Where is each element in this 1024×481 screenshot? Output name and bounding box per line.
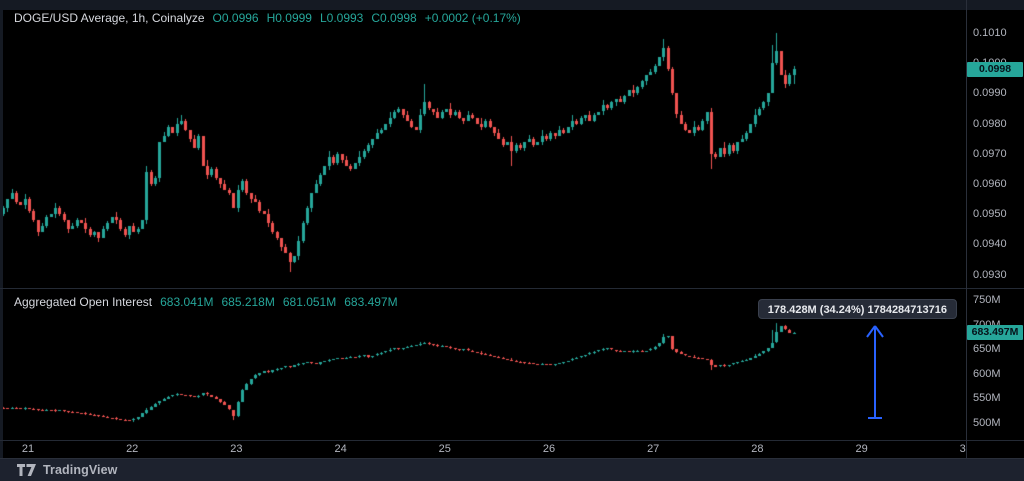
time-tick-label: 22 <box>126 443 138 456</box>
window-left-edge <box>0 10 3 458</box>
oi-high: 685.218M <box>221 295 274 309</box>
window-top-edge <box>0 0 1024 10</box>
oi-tick-label: 550M <box>973 392 1001 404</box>
price-tick-label: 0.1010 <box>973 27 1007 39</box>
open-interest-scale[interactable]: 750M700M650M600M550M500M <box>967 288 1024 440</box>
ohlc-low: L0.0993 <box>320 11 363 25</box>
oi-open: 683.041M <box>160 295 213 309</box>
oi-low: 681.051M <box>283 295 336 309</box>
oi-close: 683.497M <box>344 295 397 309</box>
oi-tick-label: 750M <box>973 294 1001 306</box>
last-oi-label: 683.497M <box>967 325 1023 340</box>
price-tick-label: 0.0980 <box>973 118 1007 130</box>
time-tick-label: 26 <box>543 443 555 456</box>
tradingview-chart-window: DOGE/USD Average, 1h, Coinalyze O0.0996 … <box>0 0 1024 481</box>
ohlc-close: C0.0998 <box>371 11 416 25</box>
symbol-title[interactable]: DOGE/USD Average, 1h, Coinalyze <box>14 11 205 25</box>
time-tick-label: 28 <box>751 443 763 456</box>
tradingview-wordmark[interactable]: TradingView <box>43 463 118 477</box>
oi-tick-label: 600M <box>973 368 1001 380</box>
price-scale[interactable]: 0.10100.10000.09900.09800.09700.09600.09… <box>967 0 1024 288</box>
price-tick-label: 0.0930 <box>973 269 1007 281</box>
time-tick-label: 27 <box>647 443 659 456</box>
ohlc-open: O0.0996 <box>213 11 259 25</box>
time-tick-label: 25 <box>439 443 451 456</box>
measure-arrow[interactable] <box>860 321 890 423</box>
price-tick-label: 0.0990 <box>973 87 1007 99</box>
footer-bar: TradingView <box>0 458 1024 481</box>
time-tick-label: 29 <box>855 443 867 456</box>
tradingview-logo-icon[interactable] <box>17 464 36 476</box>
price-tick-label: 0.0950 <box>973 208 1007 220</box>
time-axis[interactable]: 21222324252627282930 <box>0 441 966 458</box>
time-axis-separator <box>0 440 1024 441</box>
measure-tooltip: 178.428M (34.24%) 1784284713716 <box>758 299 957 319</box>
price-change: +0.0002 (+0.17%) <box>425 11 521 25</box>
indicator-title[interactable]: Aggregated Open Interest <box>14 295 152 309</box>
price-tick-label: 0.0940 <box>973 238 1007 250</box>
oi-tick-label: 500M <box>973 417 1001 429</box>
price-tick-label: 0.0970 <box>973 148 1007 160</box>
open-interest-legend: Aggregated Open Interest 683.041M 685.21… <box>14 295 398 309</box>
time-tick-label: 23 <box>230 443 242 456</box>
symbol-legend: DOGE/USD Average, 1h, Coinalyze O0.0996 … <box>14 11 521 25</box>
last-price-label: 0.0998 <box>967 62 1023 77</box>
ohlc-high: H0.0999 <box>267 11 312 25</box>
pane-separator[interactable] <box>0 288 1024 289</box>
time-tick-label: 24 <box>334 443 346 456</box>
time-tick-label: 21 <box>22 443 34 456</box>
price-tick-label: 0.0960 <box>973 178 1007 190</box>
oi-tick-label: 650M <box>973 343 1001 355</box>
